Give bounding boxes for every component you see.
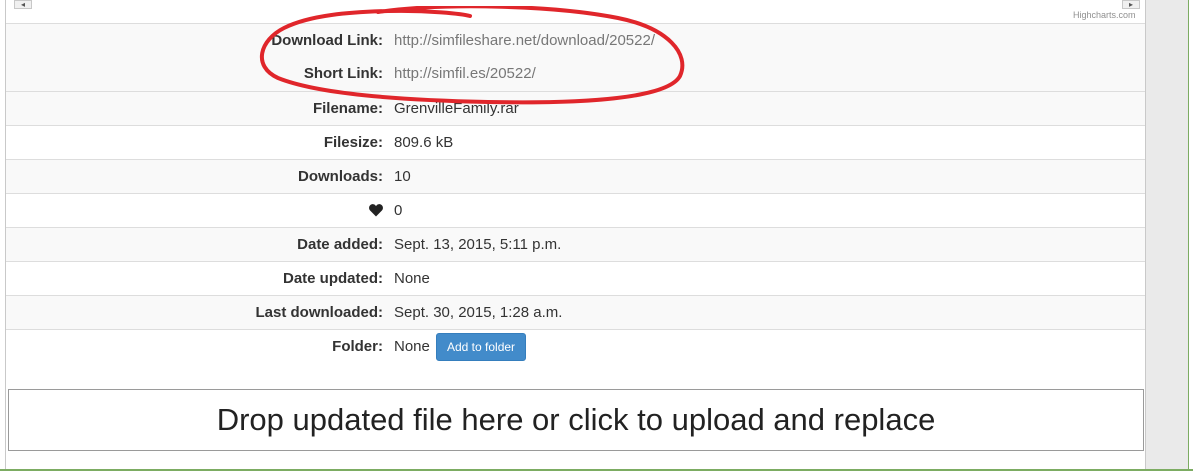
upload-dropzone[interactable]: Drop updated file here or click to uploa… <box>8 389 1144 451</box>
downloads-label: Downloads: <box>298 168 383 185</box>
scroll-left-button[interactable]: ◂ <box>14 0 32 9</box>
date-updated-value: None <box>394 270 430 287</box>
download-link-value[interactable]: http://simfileshare.net/download/20522/ <box>394 24 655 57</box>
table-row-date-updated: Date updated: None <box>6 261 1145 295</box>
table-row-filename: Filename: GrenvilleFamily.rar <box>6 91 1145 125</box>
table-row-folder: Folder: None Add to folder <box>6 329 1145 365</box>
file-info-table: Download Link: http://simfileshare.net/d… <box>6 23 1145 365</box>
download-link-label: Download Link: <box>271 32 383 49</box>
folder-label: Folder: <box>332 338 383 355</box>
filesize-value: 809.6 kB <box>394 134 454 151</box>
filename-value: GrenvilleFamily.rar <box>394 100 519 117</box>
table-row-last-downloaded: Last downloaded: Sept. 30, 2015, 1:28 a.… <box>6 295 1145 329</box>
filesize-label: Filesize: <box>323 134 383 151</box>
chart-scroll-strip: ◂ ▸ Highcharts.com <box>6 0 1145 23</box>
date-added-label: Date added: <box>297 236 383 253</box>
favorites-value: 0 <box>394 202 403 219</box>
table-row-favorites: 0 <box>6 193 1145 227</box>
short-link-label: Short Link: <box>303 65 383 82</box>
table-row-download-link: Download Link: http://simfileshare.net/d… <box>6 23 1145 57</box>
add-to-folder-button[interactable]: Add to folder <box>436 333 527 361</box>
date-added-value: Sept. 13, 2015, 5:11 p.m. <box>394 236 562 253</box>
table-row-date-added: Date added: Sept. 13, 2015, 5:11 p.m. <box>6 227 1145 261</box>
right-border <box>1188 0 1193 471</box>
heart-icon <box>369 204 383 217</box>
page: ◂ ▸ Highcharts.com Download Link: http:/… <box>0 0 1193 471</box>
short-link-value[interactable]: http://simfil.es/20522/ <box>394 57 536 90</box>
table-row-short-link: Short Link: http://simfil.es/20522/ <box>6 57 1145 91</box>
right-gutter <box>1145 0 1193 471</box>
table-row-downloads: Downloads: 10 <box>6 159 1145 193</box>
folder-value: None <box>394 338 430 355</box>
last-downloaded-label: Last downloaded: <box>255 304 384 321</box>
filename-label: Filename: <box>312 100 383 117</box>
date-updated-label: Date updated: <box>282 270 383 287</box>
scroll-right-button[interactable]: ▸ <box>1122 0 1140 9</box>
last-downloaded-value: Sept. 30, 2015, 1:28 a.m. <box>394 304 563 321</box>
highcharts-credit-link[interactable]: Highcharts.com <box>1073 10 1136 20</box>
downloads-value: 10 <box>394 168 411 185</box>
table-row-filesize: Filesize: 809.6 kB <box>6 125 1145 159</box>
